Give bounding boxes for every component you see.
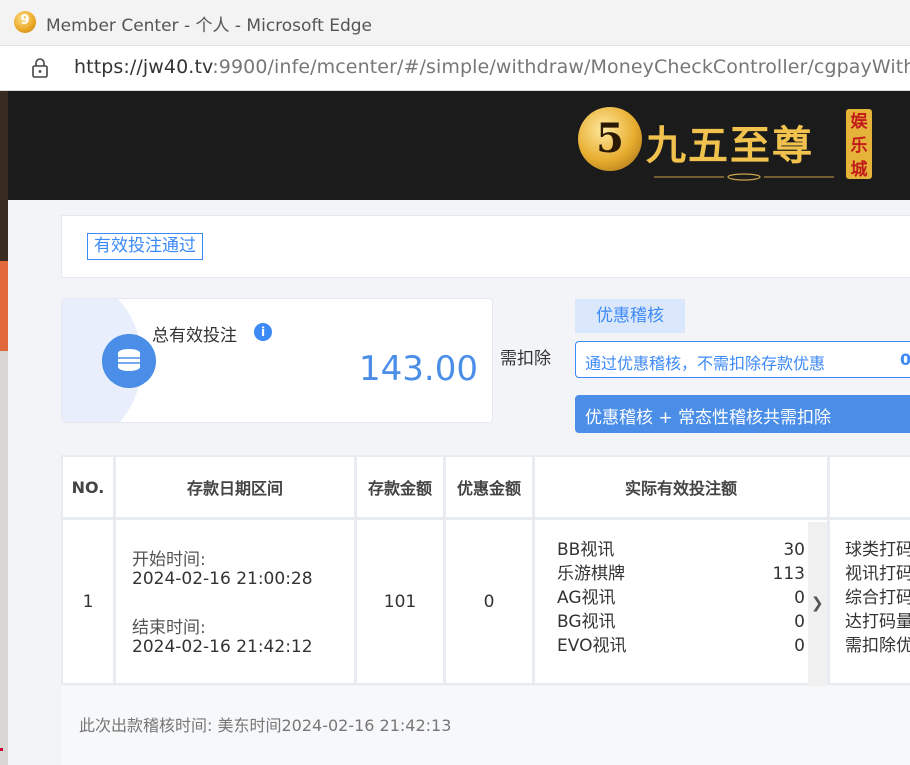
deduction-label: 需扣除 (500, 349, 551, 369)
bet-game-name: BG视讯 (557, 612, 616, 632)
edge-dot (0, 748, 3, 751)
list-item: EVO视讯 0 (557, 634, 805, 658)
list-item: AG视讯 0 (557, 586, 805, 610)
list-item: 乐游棋牌 113 (557, 562, 805, 586)
lock-icon[interactable] (31, 57, 49, 79)
start-time-label: 开始时间: (132, 550, 206, 570)
row-notes: 球类打码 视讯打码 综合打码 达打码量 需扣除优 (845, 538, 910, 658)
info-icon[interactable]: i (254, 323, 272, 341)
tab-promo-audit[interactable]: 优惠稽核 (575, 299, 685, 333)
bet-game-value: 0 (794, 588, 805, 608)
row-valid-bets: BB视讯 30 乐游棋牌 113 AG视讯 0 BG视讯 0 EVO视讯 0 (535, 520, 827, 683)
total-bet-value: 143.00 (359, 349, 478, 389)
url-text[interactable]: https://jw40.tv:9900/infe/mcenter/#/simp… (74, 56, 910, 78)
promo-audit-text: 通过优惠稽核，不需扣除存款优惠 (585, 354, 826, 373)
col-header-bonus: 优惠金额 (446, 457, 532, 517)
audit-table: NO. 存款日期区间 存款金额 优惠金额 实际有效投注额 1 开始时间: 202… (61, 455, 910, 685)
total-deduction-text: 优惠稽核 + 常态性稽核共需扣除 (585, 408, 832, 428)
window-titlebar: 9 Member Center - 个人 - Microsoft Edge (0, 0, 910, 46)
bet-game-name: EVO视讯 (557, 636, 627, 656)
start-time-value: 2024-02-16 21:00:28 (132, 569, 313, 589)
bet-breakdown-list: BB视讯 30 乐游棋牌 113 AG视讯 0 BG视讯 0 EVO视讯 0 (557, 538, 805, 658)
bet-game-value: 113 (772, 564, 805, 584)
row-date-range: 开始时间: 2024-02-16 21:00:28 结束时间: 2024-02-… (116, 520, 354, 683)
brand-name: 九五至尊 (646, 122, 814, 169)
brand-badge: 娱 乐 城 (846, 109, 872, 180)
col-header-date-range: 存款日期区间 (116, 457, 354, 517)
status-tag: 有效投注通过 (87, 233, 203, 260)
bet-game-name: AG视讯 (557, 588, 616, 608)
total-bet-card: 总有效投注 i 143.00 (61, 298, 493, 423)
badge-char: 城 (850, 160, 868, 180)
row-no: 1 (63, 520, 113, 683)
site-favicon-icon: 9 (14, 11, 36, 33)
col-header-extra (830, 457, 910, 517)
horizontal-scroll-handle[interactable]: ❯ (808, 522, 827, 688)
total-deduction-bar: 优惠稽核 + 常态性稽核共需扣除 (575, 395, 910, 433)
end-time-value: 2024-02-16 21:42:12 (132, 637, 313, 657)
note-line: 需扣除优 (845, 636, 910, 656)
badge-char: 乐 (850, 136, 868, 156)
bet-game-value: 0 (794, 636, 805, 656)
note-line: 视讯打码 (845, 564, 910, 584)
list-item: BB视讯 30 (557, 538, 805, 562)
badge-char: 娱 (850, 112, 868, 132)
url-path: :9900/infe/mcenter/#/simple/withdraw/Mon… (212, 56, 910, 78)
bet-game-value: 30 (783, 540, 805, 560)
end-time-label: 结束时间: (132, 618, 206, 638)
bet-game-name: BB视讯 (557, 540, 615, 560)
bet-game-name: 乐游棋牌 (557, 564, 625, 584)
background-window-edge (0, 91, 8, 765)
edge-accent (0, 261, 8, 351)
url-host: https://jw40.tv (74, 56, 213, 78)
window-title: Member Center - 个人 - Microsoft Edge (46, 16, 372, 36)
list-item: BG视讯 0 (557, 610, 805, 634)
total-bet-label: 总有效投注 (152, 326, 237, 346)
note-line: 达打码量 (845, 612, 910, 632)
note-line: 综合打码 (845, 588, 910, 608)
chevron-right-icon[interactable]: ❯ (811, 594, 824, 612)
brand-emblem-text: 5 (596, 115, 624, 162)
brand-flourish-icon (654, 173, 834, 181)
note-line: 球类打码 (845, 540, 910, 560)
brand-logo-icon: 5 (578, 107, 642, 171)
promo-audit-result: 通过优惠稽核，不需扣除存款优惠 0 (575, 341, 910, 378)
bet-game-value: 0 (794, 612, 805, 632)
coins-icon (102, 334, 156, 388)
site-header: 5 九五至尊 娱 乐 城 (8, 91, 910, 200)
audit-time-footer: 此次出款稽核时间: 美东时间2024-02-16 21:42:13 (61, 686, 910, 765)
row-deposit: 101 (357, 520, 443, 683)
col-header-deposit: 存款金额 (357, 457, 443, 517)
promo-audit-value: 0 (900, 350, 910, 369)
col-header-valid-bet: 实际有效投注额 (535, 457, 827, 517)
audit-time-text: 此次出款稽核时间: 美东时间2024-02-16 21:42:13 (79, 716, 452, 735)
address-bar[interactable]: https://jw40.tv:9900/infe/mcenter/#/simp… (0, 46, 910, 91)
col-header-no: NO. (63, 457, 113, 517)
audit-status-card: 有效投注通过 (61, 215, 910, 278)
row-bonus: 0 (446, 520, 532, 683)
edge-grey (0, 351, 8, 765)
